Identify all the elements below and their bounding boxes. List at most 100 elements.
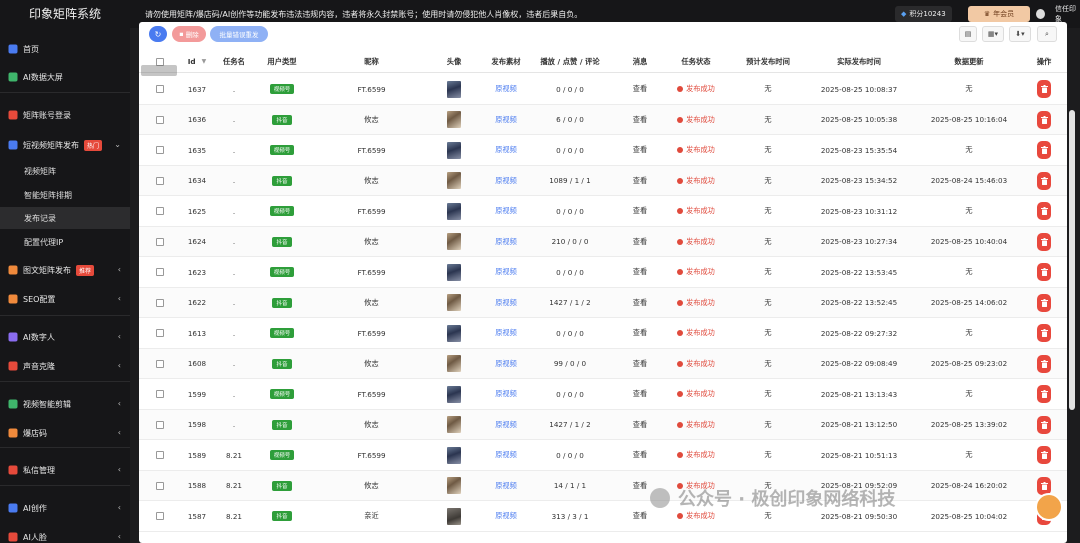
- material-link[interactable]: 原视频: [495, 420, 517, 430]
- view-message-link[interactable]: 查看: [633, 481, 647, 491]
- view-message-link[interactable]: 查看: [633, 267, 647, 277]
- sidebar-item[interactable]: 图文矩阵发布 推荐 ‹: [0, 257, 130, 283]
- row-delete-button[interactable]: [1037, 232, 1051, 251]
- sidebar-item[interactable]: 首页: [0, 36, 130, 62]
- sidebar-item[interactable]: AI创作 ‹: [0, 495, 130, 521]
- view-message-link[interactable]: 查看: [633, 145, 647, 155]
- sidebar-subitem[interactable]: 配置代理IP: [0, 231, 130, 253]
- material-link[interactable]: 原视频: [495, 267, 517, 277]
- row-delete-button[interactable]: [1037, 446, 1051, 464]
- avatar[interactable]: [447, 355, 461, 372]
- search-button[interactable]: ⌕: [1037, 26, 1057, 42]
- row-delete-button[interactable]: [1037, 110, 1051, 129]
- avatar[interactable]: [447, 416, 461, 433]
- sidebar-item[interactable]: 声音克隆 ‹: [0, 353, 130, 379]
- sidebar-item[interactable]: 矩阵账号登录: [0, 102, 130, 128]
- avatar[interactable]: [447, 233, 461, 250]
- vip-button[interactable]: ♛ 年会员: [968, 6, 1030, 22]
- row-delete-button[interactable]: [1037, 354, 1051, 373]
- sidebar-item[interactable]: SEO配置 ‹: [0, 286, 130, 312]
- sidebar-subitem[interactable]: 发布记录: [0, 207, 130, 229]
- sidebar-subitem[interactable]: 智能矩阵排期: [0, 184, 130, 206]
- material-link[interactable]: 原视频: [495, 176, 517, 186]
- avatar[interactable]: [447, 294, 461, 311]
- row-delete-button[interactable]: [1037, 80, 1051, 98]
- sidebar-item[interactable]: 视频智能剪辑 ‹: [0, 391, 130, 417]
- user-menu[interactable]: 信任印象: [1036, 5, 1080, 23]
- material-link[interactable]: 原视频: [495, 237, 517, 247]
- row-delete-button[interactable]: [1037, 476, 1051, 495]
- row-delete-button[interactable]: [1037, 385, 1051, 403]
- row-checkbox[interactable]: [156, 268, 164, 276]
- material-link[interactable]: 原视频: [495, 481, 517, 491]
- row-delete-button[interactable]: [1037, 324, 1051, 342]
- row-checkbox[interactable]: [156, 207, 164, 215]
- avatar[interactable]: [447, 446, 461, 464]
- avatar[interactable]: [447, 507, 461, 525]
- view-message-link[interactable]: 查看: [633, 511, 647, 521]
- row-checkbox[interactable]: [156, 329, 164, 337]
- row-delete-button[interactable]: [1037, 202, 1051, 220]
- material-link[interactable]: 原视频: [495, 389, 517, 399]
- view-message-link[interactable]: 查看: [633, 389, 647, 399]
- avatar[interactable]: [447, 111, 461, 128]
- avatar[interactable]: [447, 202, 461, 220]
- row-checkbox[interactable]: [156, 359, 164, 368]
- sort-icon[interactable]: ▼: [202, 58, 207, 65]
- view-message-link[interactable]: 查看: [633, 328, 647, 338]
- view-message-link[interactable]: 查看: [633, 359, 647, 369]
- sidebar-item[interactable]: 爆店码 ‹: [0, 420, 130, 446]
- vertical-scrollbar[interactable]: [1069, 110, 1075, 410]
- sidebar-item[interactable]: 短视频矩阵发布 热门 ⌄: [0, 132, 130, 158]
- material-link[interactable]: 原视频: [495, 450, 517, 460]
- row-checkbox[interactable]: [156, 176, 164, 185]
- row-checkbox[interactable]: [156, 298, 164, 307]
- view-message-link[interactable]: 查看: [633, 206, 647, 216]
- delete-button[interactable]: ▪ 删除: [172, 26, 206, 42]
- material-link[interactable]: 原视频: [495, 328, 517, 338]
- avatar[interactable]: [447, 385, 461, 403]
- avatar[interactable]: [447, 263, 461, 281]
- row-checkbox[interactable]: [156, 237, 164, 246]
- row-checkbox[interactable]: [156, 420, 164, 429]
- points-badge[interactable]: ◆ 积分10243: [895, 6, 952, 22]
- header-id[interactable]: Id ▼: [177, 50, 217, 73]
- sidebar-item[interactable]: AI数据大屏: [0, 64, 130, 90]
- sidebar-subitem[interactable]: 视频矩阵: [0, 160, 130, 182]
- avatar[interactable]: [447, 141, 461, 159]
- view-message-link[interactable]: 查看: [633, 298, 647, 308]
- sidebar-item[interactable]: AI人脸 ‹: [0, 524, 130, 543]
- material-link[interactable]: 原视频: [495, 359, 517, 369]
- print-button[interactable]: ▤: [959, 26, 977, 42]
- view-message-link[interactable]: 查看: [633, 237, 647, 247]
- avatar[interactable]: [447, 80, 461, 98]
- avatar[interactable]: [447, 324, 461, 342]
- material-link[interactable]: 原视频: [495, 511, 517, 521]
- sidebar-item[interactable]: AI数字人 ‹: [0, 324, 130, 350]
- row-delete-button[interactable]: [1037, 293, 1051, 312]
- material-link[interactable]: 原视频: [495, 298, 517, 308]
- row-checkbox[interactable]: [156, 146, 164, 154]
- view-message-link[interactable]: 查看: [633, 115, 647, 125]
- refresh-button[interactable]: ↻: [149, 26, 167, 42]
- avatar[interactable]: [447, 172, 461, 189]
- batch-resend-button[interactable]: 批量错误重发: [210, 26, 268, 42]
- material-link[interactable]: 原视频: [495, 145, 517, 155]
- view-message-link[interactable]: 查看: [633, 420, 647, 430]
- view-message-link[interactable]: 查看: [633, 176, 647, 186]
- sidebar-item[interactable]: 私信管理 ‹: [0, 457, 130, 483]
- export-button[interactable]: ⬇▾: [1009, 26, 1031, 42]
- row-delete-button[interactable]: [1037, 171, 1051, 190]
- row-delete-button[interactable]: [1037, 415, 1051, 434]
- view-message-link[interactable]: 查看: [633, 450, 647, 460]
- columns-button[interactable]: ▦▾: [982, 26, 1004, 42]
- row-checkbox[interactable]: [156, 481, 164, 490]
- row-checkbox[interactable]: [156, 115, 164, 124]
- row-delete-button[interactable]: [1037, 263, 1051, 281]
- material-link[interactable]: 原视频: [495, 206, 517, 216]
- row-checkbox[interactable]: [156, 451, 164, 459]
- row-checkbox[interactable]: [156, 85, 164, 93]
- material-link[interactable]: 原视频: [495, 115, 517, 125]
- row-checkbox[interactable]: [156, 390, 164, 398]
- row-delete-button[interactable]: [1037, 141, 1051, 159]
